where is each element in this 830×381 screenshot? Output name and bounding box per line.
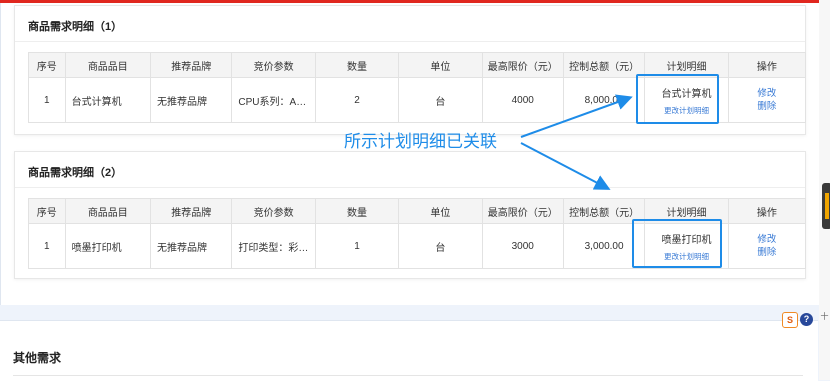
section-title: 其他需求 — [13, 351, 62, 365]
widget-bar — [825, 193, 829, 219]
annotation-arrows — [520, 94, 633, 190]
ime-s-icon[interactable]: S — [782, 312, 798, 328]
arrow-to-plan-2 — [520, 142, 611, 190]
divider — [13, 375, 803, 376]
floating-scroll-widget[interactable] — [822, 183, 830, 229]
help-icon[interactable]: ? — [800, 313, 813, 326]
other-requirements-section: 其他需求 — [0, 320, 818, 381]
requirements-panel: 商品需求明细（1） 序号 商品品目 推荐品牌 竞价参数 数量 单位 最高限价（元… — [0, 3, 820, 305]
arrow-to-plan-1 — [520, 94, 633, 138]
side-toolbar-glyph[interactable]: 十 — [820, 312, 829, 321]
